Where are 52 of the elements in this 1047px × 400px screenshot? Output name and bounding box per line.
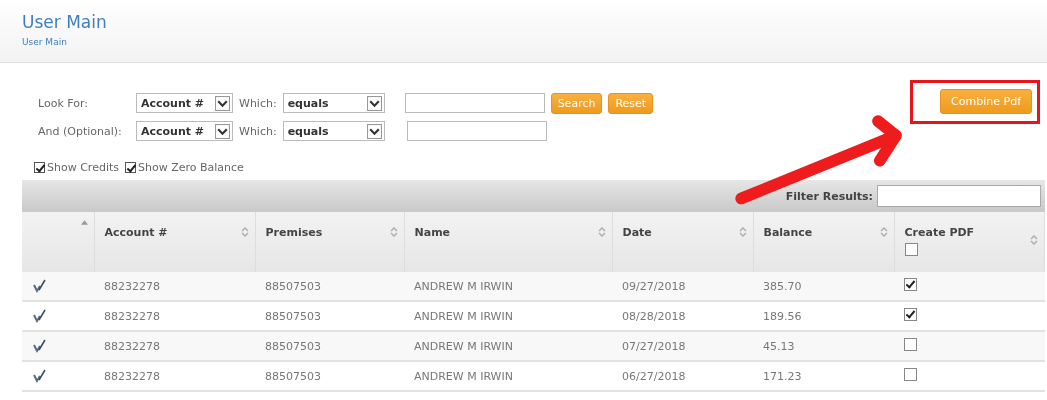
check-pen-icon[interactable] xyxy=(32,338,48,354)
table-cell: 385.70 xyxy=(753,272,894,301)
which-label: Which: xyxy=(239,96,277,110)
column-header[interactable]: Balance xyxy=(753,212,894,272)
column-header[interactable]: Date xyxy=(612,212,753,272)
column-header[interactable]: Create PDF xyxy=(894,212,1045,272)
table-cell: 09/27/2018 xyxy=(612,272,753,301)
checkbox-label: Show Zero Balance xyxy=(138,161,244,174)
create-pdf-checkbox[interactable] xyxy=(904,338,917,351)
check-pen-icon[interactable] xyxy=(32,308,48,324)
table-cell: ANDREW M IRWIN xyxy=(404,361,612,391)
table-cell: 88507503 xyxy=(255,361,404,391)
table-cell: 06/27/2018 xyxy=(612,361,753,391)
table-cell: 88232278 xyxy=(94,361,255,391)
filter-label: And (Optional): xyxy=(38,124,123,138)
checkbox[interactable] xyxy=(34,162,45,173)
dropdown-caret-icon xyxy=(215,123,230,139)
filter-results-input[interactable] xyxy=(877,185,1041,207)
dropdown-caret-icon xyxy=(366,95,382,111)
checkbox-label: Show Credits xyxy=(47,161,119,174)
table-cell: 88507503 xyxy=(255,331,404,361)
breadcrumb-link[interactable]: User Main xyxy=(22,37,67,47)
create-pdf-checkbox[interactable] xyxy=(904,368,917,381)
table-cell: 45.13 xyxy=(753,331,894,361)
which-label: Which: xyxy=(239,124,277,138)
operator-dropdown[interactable]: equals xyxy=(282,93,385,113)
create-pdf-checkbox[interactable] xyxy=(904,308,917,321)
dropdown-caret-icon xyxy=(366,123,382,139)
column-header[interactable]: Account # xyxy=(94,212,255,272)
field-dropdown[interactable]: Account # xyxy=(136,93,233,113)
dropdown-caret-icon xyxy=(215,95,230,111)
value-input[interactable] xyxy=(406,121,547,141)
select-all-checkbox[interactable] xyxy=(904,243,918,256)
checkbox[interactable] xyxy=(125,162,136,173)
create-pdf-checkbox[interactable] xyxy=(904,278,917,291)
check-pen-icon[interactable] xyxy=(32,368,48,384)
table-cell: 88507503 xyxy=(255,272,404,301)
operator-dropdown[interactable]: equals xyxy=(282,121,385,141)
column-header[interactable]: Premises xyxy=(255,212,404,272)
value-input[interactable] xyxy=(404,93,545,113)
table-cell: 07/27/2018 xyxy=(612,331,753,361)
column-header[interactable]: Name xyxy=(404,212,612,272)
table-cell: ANDREW M IRWIN xyxy=(404,331,612,361)
table-cell: 171.23 xyxy=(753,361,894,391)
filter-label: Look For: xyxy=(38,96,89,110)
filter-results-label: Filter Results: xyxy=(785,189,873,203)
table-cell: 88232278 xyxy=(94,331,255,361)
table-cell: ANDREW M IRWIN xyxy=(404,272,612,301)
table-cell: 88232278 xyxy=(94,272,255,301)
page-title: User Main xyxy=(22,12,108,32)
check-pen-icon[interactable] xyxy=(32,278,48,294)
field-dropdown[interactable]: Account # xyxy=(136,121,233,141)
